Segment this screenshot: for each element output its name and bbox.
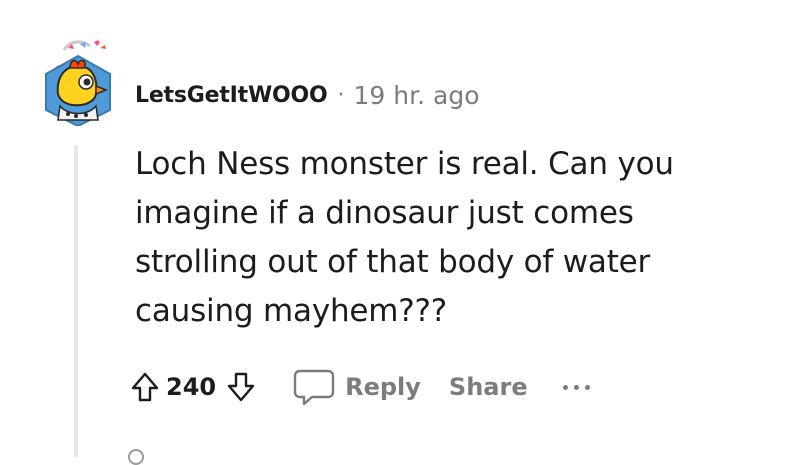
upvote-arrow-icon — [131, 372, 159, 402]
downvote-button[interactable] — [226, 371, 256, 403]
comment-actions: 240 Reply Share — [130, 362, 593, 412]
comment-header: LetsGetItWOOO · 19 hr. ago — [135, 79, 480, 111]
ellipsis-icon — [573, 384, 579, 390]
comment-body: Loch Ness monster is real. Can you imagi… — [135, 146, 674, 329]
avatar[interactable] — [40, 36, 116, 128]
share-button[interactable]: Share — [449, 373, 528, 401]
more-options-button[interactable] — [560, 384, 593, 390]
reply-label: Reply — [345, 373, 421, 401]
speech-bubble-icon — [293, 369, 335, 406]
timestamp[interactable]: 19 hr. ago — [354, 81, 480, 110]
downvote-arrow-icon — [227, 372, 255, 402]
upvote-button[interactable] — [130, 371, 160, 403]
reply-avatar-stub — [128, 449, 144, 465]
vote-score: 240 — [166, 373, 217, 401]
chicken-avatar-icon — [45, 40, 111, 128]
reply-button[interactable]: Reply — [292, 367, 421, 407]
ellipsis-icon — [584, 384, 590, 390]
username[interactable]: LetsGetItWOOO — [135, 83, 328, 108]
ellipsis-icon — [562, 384, 568, 390]
thread-line[interactable] — [74, 145, 78, 457]
meta-separator: · — [337, 82, 345, 108]
